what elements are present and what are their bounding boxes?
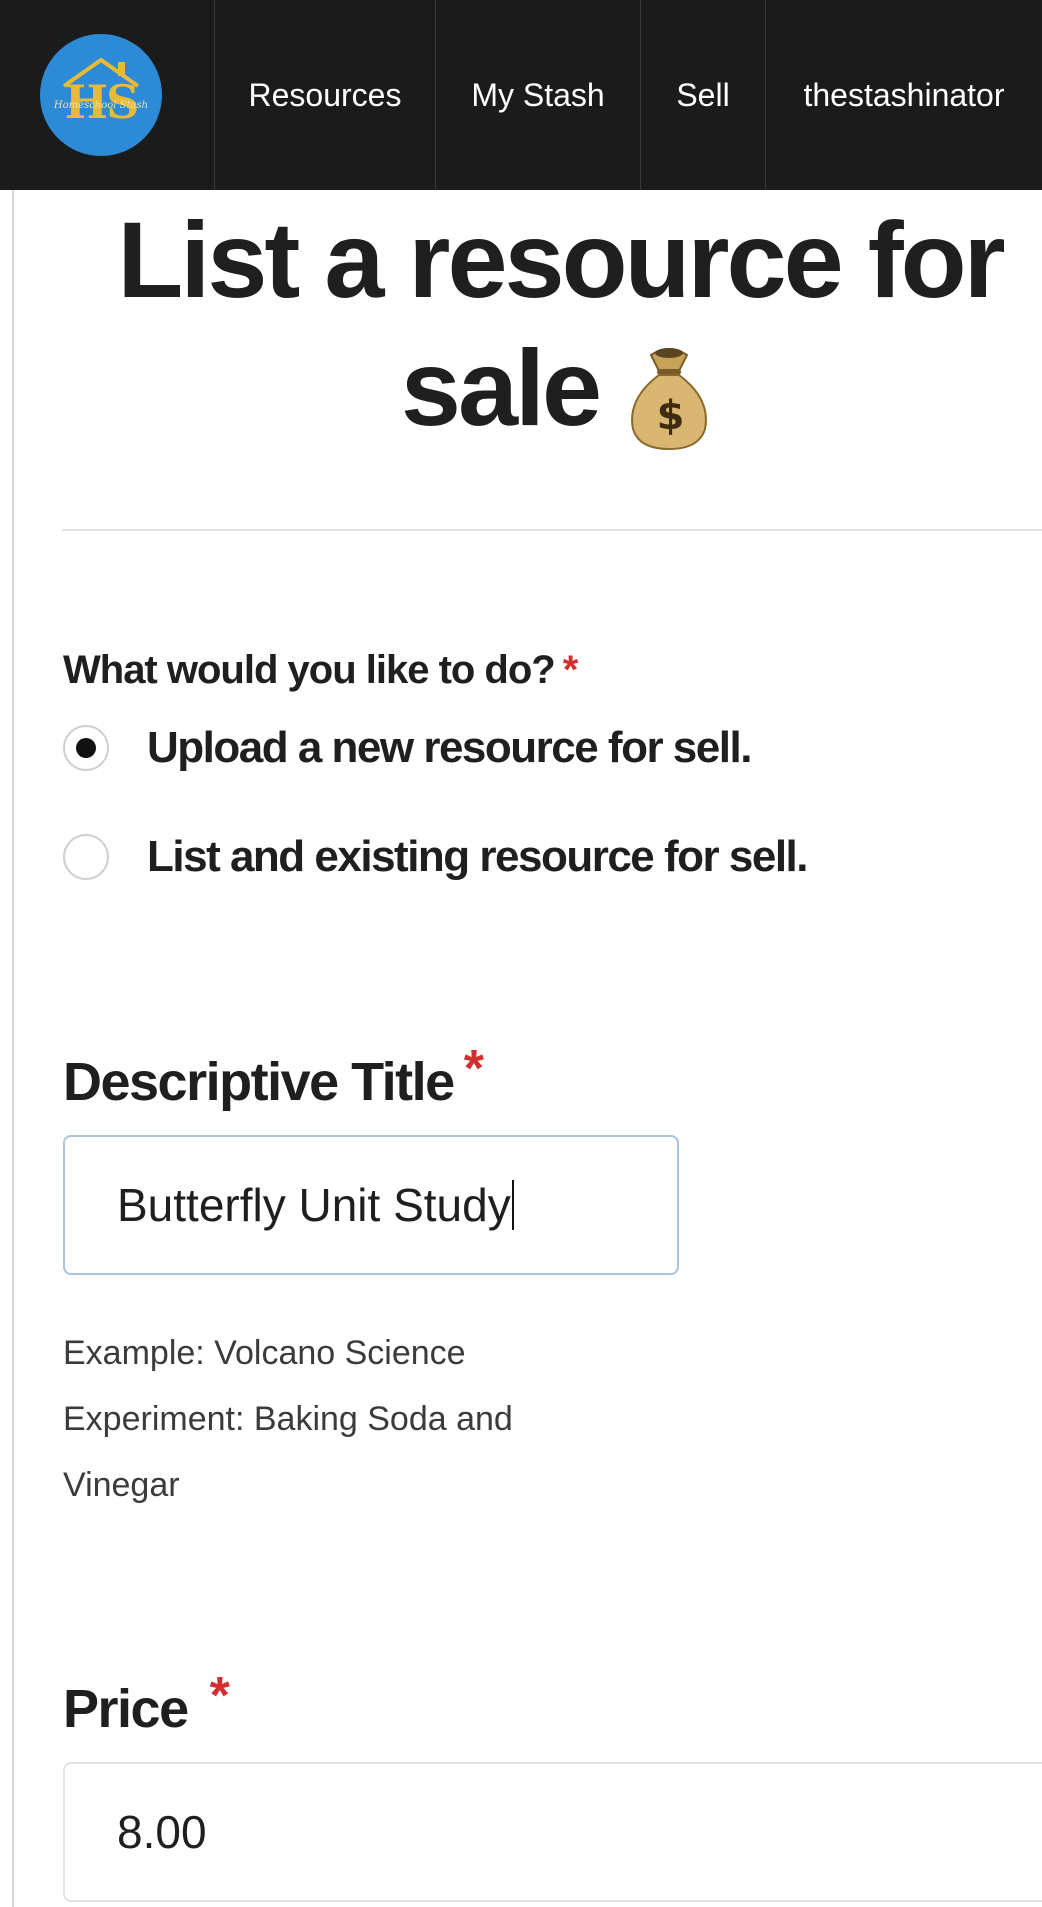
- price-value: 8.00: [117, 1806, 207, 1858]
- radio-option-list-existing[interactable]: List and existing resource for sell.: [63, 832, 809, 882]
- money-bag-icon: $: [631, 348, 707, 451]
- page-title-line1: List a resource for: [117, 199, 1005, 320]
- required-asterisk: *: [209, 1667, 230, 1725]
- price-field-label: Price *: [63, 1667, 230, 1740]
- radio-option-upload[interactable]: Upload a new resource for sell.: [63, 723, 752, 773]
- page-title-line2-wrap: sale $: [60, 324, 1042, 452]
- nav-my-stash-link[interactable]: My Stash: [436, 0, 641, 190]
- helper-line: Example: Volcano Science: [63, 1334, 466, 1372]
- svg-text:$: $: [657, 393, 683, 439]
- logo-script-text: Homeschool Stash: [53, 100, 149, 111]
- helper-line: Experiment: Baking Soda and: [63, 1400, 513, 1438]
- nav-resources-link[interactable]: Resources: [215, 0, 436, 190]
- site-logo[interactable]: HS Homeschool Stash: [40, 34, 162, 156]
- page-title: List a resource for sale $: [60, 196, 1042, 452]
- title-field-label-text: Descriptive Title: [63, 1052, 455, 1112]
- action-question: What would you like to do? *: [63, 648, 579, 693]
- price-input[interactable]: 8.00: [63, 1762, 1042, 1902]
- title-field-label: Descriptive Title *: [63, 1040, 484, 1113]
- descriptive-title-value: Butterfly Unit Study: [117, 1179, 511, 1231]
- logo-cell: HS Homeschool Stash: [0, 0, 215, 190]
- descriptive-title-input[interactable]: Butterfly Unit Study: [63, 1135, 679, 1275]
- radio-list-existing[interactable]: [63, 834, 109, 880]
- left-border: [12, 190, 14, 1907]
- nav-sell-link[interactable]: Sell: [641, 0, 766, 190]
- required-asterisk: *: [463, 1040, 484, 1098]
- required-asterisk: *: [562, 648, 579, 692]
- section-divider: [62, 529, 1042, 531]
- radio-list-existing-label: List and existing resource for sell.: [147, 832, 809, 881]
- radio-upload-label: Upload a new resource for sell.: [147, 723, 752, 772]
- radio-upload[interactable]: [63, 725, 109, 771]
- top-navbar: HS Homeschool Stash Resources My Stash S…: [0, 0, 1042, 190]
- action-question-text: What would you like to do?: [63, 648, 556, 692]
- title-helper-text: Example: Volcano Science Experiment: Bak…: [63, 1320, 623, 1518]
- nav-user-link[interactable]: thestashinator: [766, 0, 1042, 190]
- page-title-line2: sale: [400, 327, 602, 448]
- helper-line: Vinegar: [63, 1466, 180, 1504]
- price-field-label-text: Price: [63, 1679, 189, 1739]
- text-caret: [511, 1180, 514, 1230]
